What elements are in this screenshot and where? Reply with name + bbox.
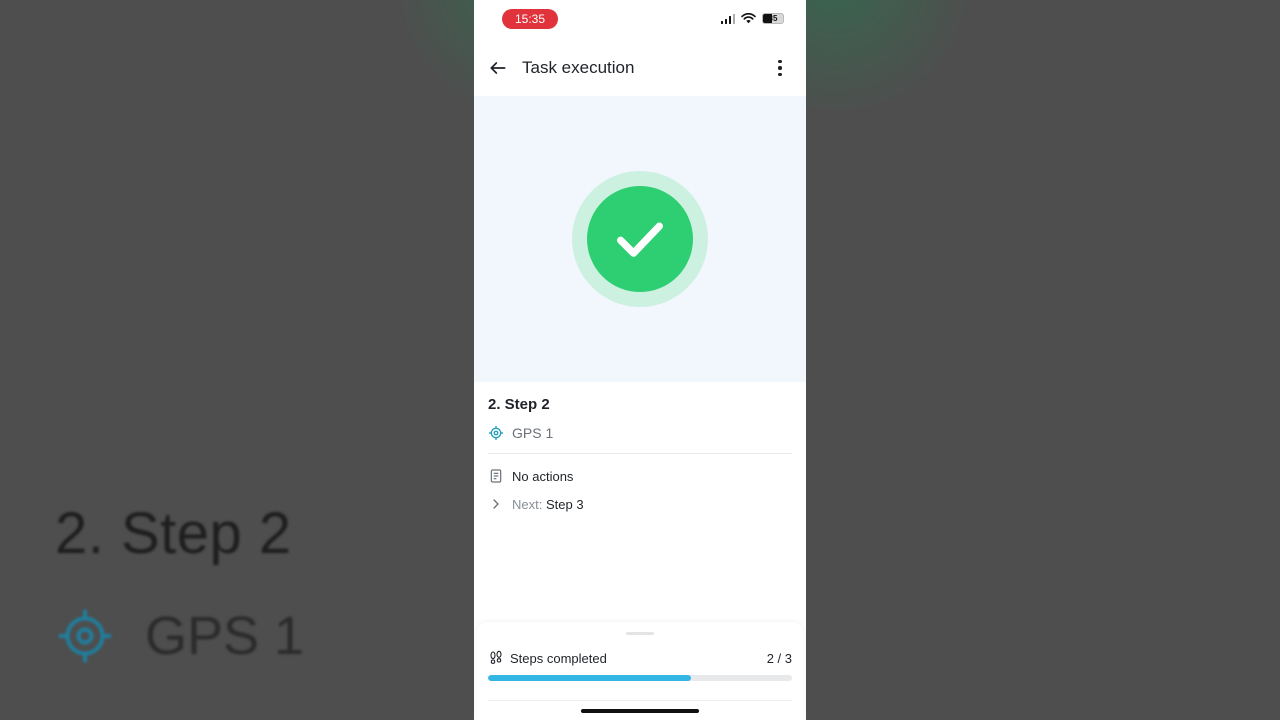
- status-time: 15:35: [502, 9, 558, 29]
- steps-completed-row: Steps completed 2 / 3: [488, 650, 792, 666]
- status-bar: 15:35 35: [474, 0, 806, 40]
- more-vertical-icon: [778, 59, 782, 64]
- footsteps-icon: [490, 650, 502, 664]
- page-title: Task execution: [522, 58, 635, 77]
- gps-row: GPS 1: [488, 425, 792, 441]
- background-gps-row: GPS 1: [55, 605, 304, 667]
- app-bar: Task execution: [474, 40, 806, 96]
- progress-bar-fill: [488, 675, 691, 681]
- next-step-label: Next: Step 3: [512, 497, 584, 512]
- background-glow: [806, 0, 986, 110]
- wifi-icon: [741, 13, 756, 24]
- progress-bar: [488, 675, 792, 681]
- more-options-button[interactable]: [768, 56, 792, 80]
- battery-level: 35: [768, 14, 778, 23]
- steps-completed-label: Steps completed: [510, 650, 607, 666]
- back-button[interactable]: [486, 56, 510, 80]
- background-step-title: 2. Step 2: [55, 501, 292, 566]
- actions-label: No actions: [512, 468, 574, 484]
- home-indicator[interactable]: [581, 709, 699, 713]
- steps-completed-label-group: Steps completed: [488, 650, 607, 666]
- background-left: 2. Step 2 GPS 1: [0, 0, 474, 720]
- battery-icon: 35: [762, 13, 784, 24]
- progress-sheet[interactable]: Steps completed 2 / 3: [476, 622, 804, 720]
- steps-completed-count: 2 / 3: [766, 650, 792, 666]
- background-gps-label: GPS 1: [145, 606, 305, 666]
- phone-screen: 15:35 35 Task execution 2. Step 2 GPS 1 …: [474, 0, 806, 720]
- background-gps-target-icon: [58, 609, 112, 663]
- sheet-drag-handle[interactable]: [626, 632, 654, 635]
- document-icon: [490, 469, 502, 483]
- next-prefix: Next:: [512, 496, 543, 512]
- background-glow: [380, 0, 474, 110]
- gps-target-icon: [489, 426, 503, 440]
- divider: [488, 453, 792, 454]
- signal-icon: [720, 13, 735, 24]
- check-icon: [617, 222, 663, 257]
- success-hero: [474, 96, 806, 382]
- status-icons: 35: [720, 13, 784, 24]
- chevron-right-icon: [493, 499, 499, 509]
- step-title: 2. Step 2: [488, 396, 550, 413]
- success-badge: [587, 186, 693, 292]
- success-halo: [572, 171, 708, 307]
- actions-row: No actions: [488, 468, 792, 484]
- next-step-row[interactable]: Next: Step 3: [488, 496, 792, 512]
- gps-label: GPS 1: [512, 425, 554, 441]
- back-arrow-icon: [490, 62, 506, 74]
- next-step-value: Step 3: [545, 496, 584, 512]
- sheet-divider: [488, 700, 792, 701]
- step-details: 2. Step 2 GPS 1 No actions Next: Step 3: [488, 396, 792, 512]
- background-right: [806, 0, 1280, 720]
